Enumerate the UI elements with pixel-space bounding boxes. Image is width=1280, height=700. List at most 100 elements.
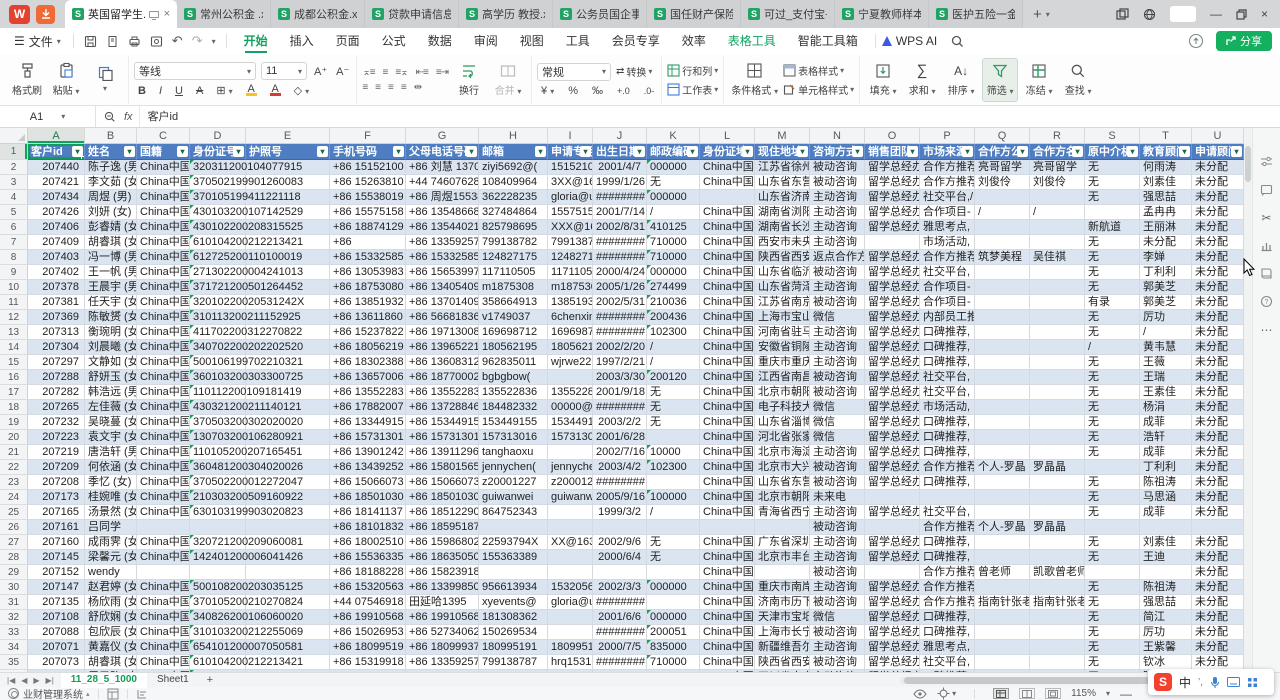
cell[interactable]: China中国 — [137, 385, 190, 400]
cell[interactable]: 207403 — [28, 250, 85, 265]
cell[interactable]: 留学总经办 — [865, 475, 920, 490]
cell[interactable]: 无 — [1085, 250, 1140, 265]
header-cell[interactable]: 合作方公 — [975, 144, 1030, 160]
cell[interactable] — [246, 610, 330, 625]
cell[interactable]: China中国 — [700, 565, 755, 580]
cell[interactable]: 825798695 — [479, 220, 548, 235]
cell[interactable]: 留学总经办 — [865, 430, 920, 445]
cell[interactable]: 未分配 — [1192, 310, 1244, 325]
cell[interactable]: 凯歌曾老师 — [1030, 565, 1085, 580]
cell[interactable]: 340826200106060020 — [190, 610, 246, 625]
filter-dropdown-icon[interactable] — [233, 146, 244, 157]
cell[interactable]: 102300 — [647, 460, 700, 475]
cell[interactable] — [246, 370, 330, 385]
cell[interactable] — [975, 580, 1030, 595]
cell[interactable]: 被动咨询 — [810, 385, 865, 400]
mic-icon[interactable] — [1210, 676, 1220, 689]
cell[interactable]: 北京市大兴 — [755, 460, 810, 475]
cell[interactable]: +86 1582391866 — [406, 565, 479, 580]
zoom-out-button[interactable]: — — [1120, 687, 1132, 700]
cell[interactable]: 2005/9/16 — [593, 490, 647, 505]
cell[interactable] — [246, 400, 330, 415]
cell[interactable]: China中国 — [700, 280, 755, 295]
column-header-O[interactable]: O — [865, 128, 920, 144]
cell[interactable]: 110112200109181419 — [190, 385, 246, 400]
cell[interactable]: 成菲 — [1140, 415, 1192, 430]
cell[interactable]: 956613934 — [479, 580, 548, 595]
cell[interactable]: 陕西省西安 — [755, 655, 810, 670]
cell[interactable]: 唐浩轩 (男 — [85, 445, 137, 460]
cell[interactable]: 社交平台, — [920, 370, 975, 385]
cell[interactable]: 陈敏赟 (女 — [85, 310, 137, 325]
cell[interactable]: 孟冉冉 — [1140, 205, 1192, 220]
cell[interactable]: 罗晶晶 — [1030, 520, 1085, 535]
cell[interactable]: China中国 — [137, 160, 190, 175]
cell[interactable]: 2001/4/7 — [593, 160, 647, 175]
cell[interactable]: 207421 — [28, 175, 85, 190]
cell[interactable]: 000000 — [647, 190, 700, 205]
cell[interactable]: China中国 — [137, 505, 190, 520]
cell[interactable] — [865, 565, 920, 580]
row-header[interactable]: 20 — [0, 430, 28, 445]
cell[interactable]: 无 — [1085, 475, 1140, 490]
cell[interactable]: China中国 — [137, 190, 190, 205]
cell[interactable]: +86 18101832 — [330, 520, 406, 535]
cell[interactable]: China中国 — [700, 595, 755, 610]
format-painter-button[interactable]: 格式刷 — [9, 62, 45, 97]
cell[interactable]: 微信 — [810, 430, 865, 445]
cell[interactable]: gloria@uk — [548, 595, 593, 610]
cell[interactable]: 未分配 — [1192, 505, 1244, 520]
cell[interactable] — [548, 370, 593, 385]
cell-style-button[interactable]: 单元格样式 ▾ — [783, 82, 854, 97]
cell[interactable]: 207282 — [28, 385, 85, 400]
cell[interactable]: 胡睿琪 (女 — [85, 235, 137, 250]
cell[interactable]: 新航道 — [1085, 220, 1140, 235]
header-cell[interactable]: 市场来源 — [920, 144, 975, 160]
cell[interactable]: 150269534 — [479, 625, 548, 640]
cell[interactable]: 合作项目- — [920, 280, 975, 295]
cell[interactable]: +86 1372884680 — [406, 400, 479, 415]
cell[interactable]: 124827175 — [548, 250, 593, 265]
document-tab[interactable]: S宁夏教师样本.xlsx — [835, 0, 929, 28]
cell[interactable]: 刘素佳 — [1140, 535, 1192, 550]
cell[interactable]: 成菲 — [1140, 505, 1192, 520]
cell[interactable]: 370105199411221118 — [190, 190, 246, 205]
cell[interactable]: +86 1877000215 — [406, 370, 479, 385]
cell[interactable]: 丁利利 — [1140, 460, 1192, 475]
cell[interactable] — [137, 520, 190, 535]
cell[interactable]: 610104200212213421 — [190, 235, 246, 250]
cell[interactable]: 151521001 — [548, 160, 593, 175]
cell[interactable]: XXX@163.c — [548, 220, 593, 235]
cell[interactable]: 彭睿婧 (女 — [85, 220, 137, 235]
cell[interactable]: 主动咨询 — [810, 580, 865, 595]
cell[interactable]: 2001/6/28 — [593, 430, 647, 445]
cell[interactable]: 留学总经办 — [865, 370, 920, 385]
cell[interactable]: 留学总经办 — [865, 385, 920, 400]
cell[interactable]: 舒欣娴 (女 — [85, 610, 137, 625]
row-header[interactable]: 25 — [0, 505, 28, 520]
cell[interactable] — [1030, 655, 1085, 670]
column-header-G[interactable]: G — [406, 128, 479, 144]
cell[interactable]: China中国 — [137, 220, 190, 235]
cell[interactable]: +86 1580156591 — [406, 460, 479, 475]
menu-tab-插入[interactable]: 插入 — [279, 28, 325, 54]
cell[interactable]: 内部员工推 — [920, 310, 975, 325]
cell[interactable] — [1085, 205, 1140, 220]
cell[interactable]: 2001/7/14 — [593, 205, 647, 220]
cell[interactable]: 无 — [647, 400, 700, 415]
convert-button[interactable]: ⇄ 转换 ▾ — [616, 64, 652, 79]
menu-tab-数据[interactable]: 数据 — [417, 28, 463, 54]
menu-tab-审阅[interactable]: 审阅 — [463, 28, 509, 54]
cell[interactable]: 主动咨询 — [810, 190, 865, 205]
cell[interactable]: 无 — [1085, 265, 1140, 280]
cell[interactable] — [1030, 490, 1085, 505]
cell[interactable]: 被动咨询 — [810, 565, 865, 580]
cell[interactable]: China中国 — [137, 235, 190, 250]
cell[interactable]: 湖南省浏阳 — [755, 205, 810, 220]
cell[interactable]: 安徽省铜陵 — [755, 340, 810, 355]
cell[interactable]: 黄韦慧 — [1140, 340, 1192, 355]
column-header-A[interactable]: A — [28, 128, 85, 144]
column-header-M[interactable]: M — [755, 128, 810, 144]
settings-sliders-icon[interactable] — [1260, 155, 1273, 168]
cell[interactable] — [246, 580, 330, 595]
